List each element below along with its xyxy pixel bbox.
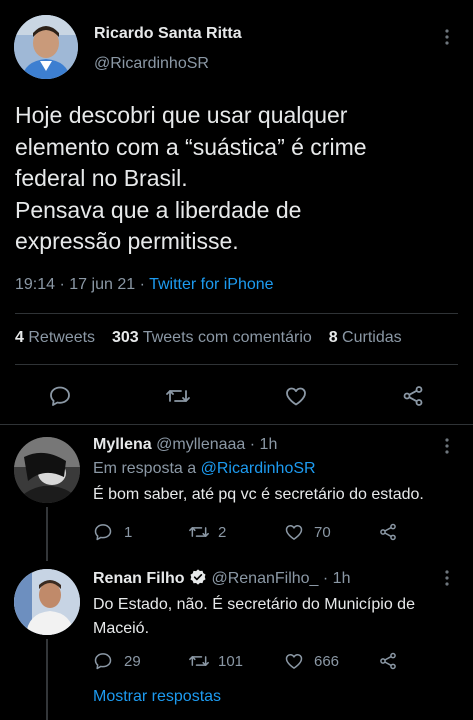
replying-to-prefix: Em resposta a (93, 460, 197, 477)
verified-icon (189, 568, 207, 586)
reply-header: Renan Filho @RenanFilho_ · 1h (93, 568, 350, 588)
show-replies-link[interactable]: Mostrar respostas (93, 688, 221, 706)
reply-count: 29 (124, 653, 141, 670)
quotes-stat[interactable]: 303 Tweets com comentário (112, 329, 312, 346)
reply-actions: 29 101 666 (93, 650, 423, 672)
reply-author-name[interactable]: Myllena (93, 436, 152, 453)
tweet-stats: 4 Retweets 303 Tweets com comentário 8 C… (15, 329, 402, 347)
author-name[interactable]: Ricardo Santa Ritta (94, 25, 242, 43)
quotes-label: Tweets com comentário (142, 329, 312, 346)
separator: · (139, 276, 145, 293)
more-icon[interactable] (444, 28, 450, 46)
share-icon[interactable] (401, 384, 425, 408)
replying-to: Em resposta a @RicardinhoSR (93, 460, 316, 478)
reply-icon[interactable] (93, 522, 113, 542)
reply-author-name[interactable]: Renan Filho (93, 570, 185, 587)
reply-header: Myllena @myllenaaa · 1h (93, 436, 277, 454)
divider (15, 364, 458, 365)
tweet-source[interactable]: Twitter for iPhone (149, 276, 274, 293)
retweets-count: 4 (15, 329, 24, 346)
retweet-icon[interactable] (165, 384, 191, 408)
reply-text: É bom saber, até pq vc é secretário do e… (93, 486, 424, 503)
like-icon[interactable] (284, 522, 304, 542)
retweet-count: 101 (218, 653, 244, 670)
reply-text-line: Do Estado, não. É secretário do Municípi… (93, 596, 415, 613)
retweets-label: Retweets (28, 329, 96, 346)
reply-avatar[interactable] (14, 437, 80, 503)
likes-count: 8 (328, 329, 338, 346)
like-icon[interactable] (284, 384, 308, 408)
tweet-text-line: expressão permitisse. (15, 228, 239, 254)
like-count: 666 (314, 653, 340, 670)
reply-icon[interactable] (48, 384, 72, 408)
retweet-count: 2 (218, 524, 227, 541)
reply-author-handle[interactable]: @myllenaaa (156, 436, 245, 453)
tweet-text: Hoje descobri que usar qualquer elemento… (15, 100, 465, 258)
reply-icon[interactable] (93, 651, 113, 671)
like-icon[interactable] (284, 651, 304, 671)
likes-label: Curtidas (342, 329, 402, 346)
tweet-text-line: Hoje descobri que usar qualquer (15, 102, 348, 128)
thread-line (46, 639, 48, 720)
quotes-count: 303 (111, 329, 139, 346)
more-icon[interactable] (444, 437, 450, 455)
thread-line (46, 507, 48, 561)
reply-time[interactable]: 1h (333, 570, 351, 587)
reply-text-line: Maceió. (93, 620, 150, 637)
author-avatar[interactable] (14, 15, 78, 79)
separator: · (249, 436, 256, 453)
retweet-icon[interactable] (188, 651, 210, 671)
tweet-date[interactable]: 17 jun 21 (69, 276, 135, 293)
divider (15, 313, 458, 314)
more-icon[interactable] (444, 569, 450, 587)
share-icon[interactable] (378, 522, 398, 542)
author-handle[interactable]: @RicardinhoSR (94, 55, 209, 73)
separator: · (59, 276, 65, 293)
replying-to-handle[interactable]: @RicardinhoSR (201, 460, 316, 477)
reply-text: Do Estado, não. É secretário do Municípi… (93, 593, 415, 641)
divider (0, 424, 473, 425)
reply-avatar[interactable] (14, 569, 80, 635)
tweet-time[interactable]: 19:14 (15, 276, 55, 293)
retweets-stat[interactable]: 4 Retweets (15, 329, 95, 346)
reply-count: 1 (124, 524, 133, 541)
retweet-icon[interactable] (188, 522, 210, 542)
separator: · (322, 570, 329, 587)
share-icon[interactable] (378, 651, 398, 671)
reply-author-handle[interactable]: @RenanFilho_ (211, 570, 318, 587)
tweet-metadata: 19:14 · 17 jun 21 · Twitter for iPhone (15, 276, 274, 294)
reply-time[interactable]: 1h (260, 436, 278, 453)
likes-stat[interactable]: 8 Curtidas (329, 329, 402, 346)
like-count: 70 (314, 524, 331, 541)
reply-actions: 1 2 70 (93, 521, 423, 543)
tweet-text-line: elemento com a “suástica” é crime (15, 133, 367, 160)
tweet-text-line: federal no Brasil. (15, 165, 188, 191)
tweet-text-line: Pensava que a liberdade de (15, 196, 302, 223)
